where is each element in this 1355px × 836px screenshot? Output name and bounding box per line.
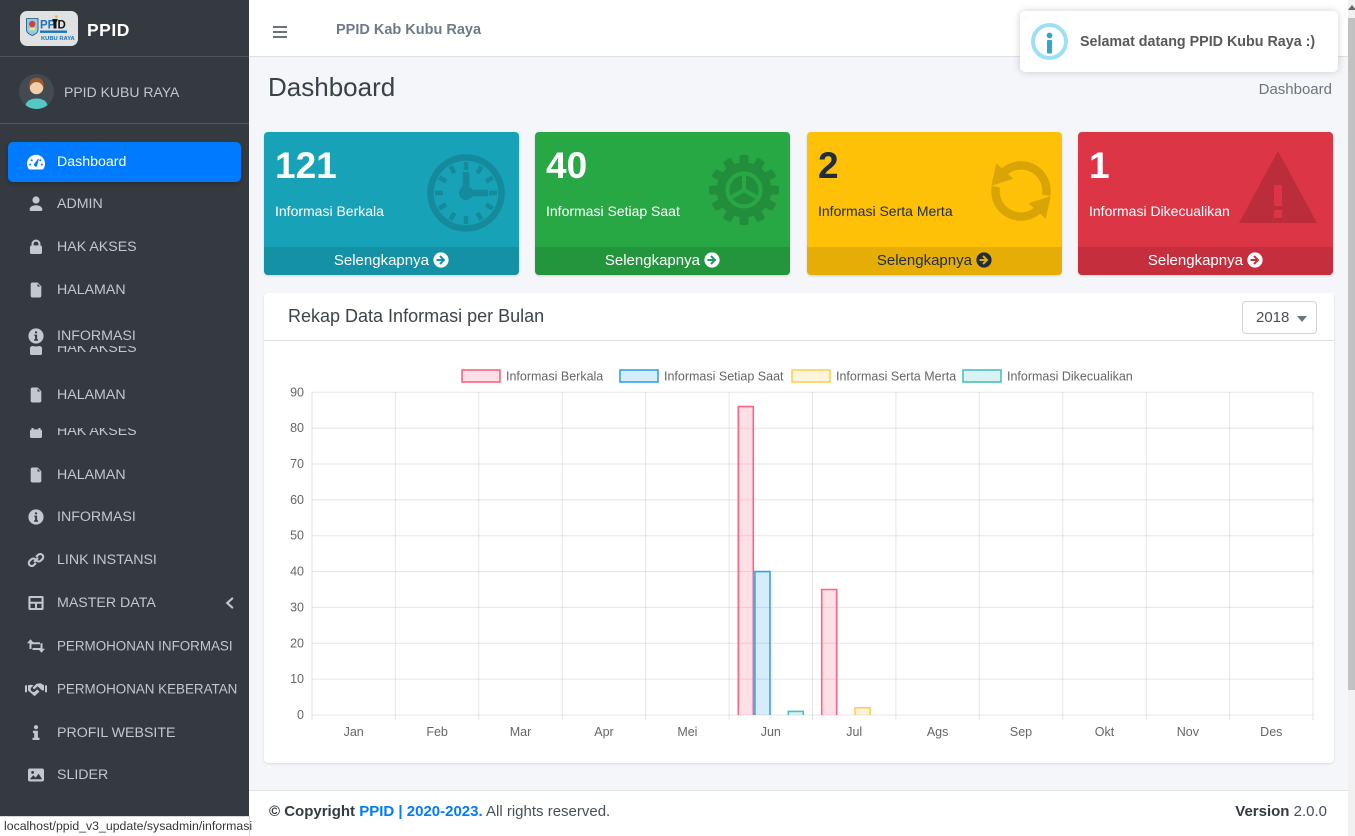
svg-text:Des: Des: [1260, 725, 1282, 739]
svg-text:30: 30: [290, 600, 304, 614]
svg-text:50: 50: [290, 529, 304, 543]
svg-text:D: D: [58, 20, 66, 32]
svg-text:Nov: Nov: [1177, 725, 1200, 739]
svg-text:0: 0: [297, 708, 304, 722]
svg-text:Jul: Jul: [846, 725, 862, 739]
svg-text:70: 70: [290, 457, 304, 471]
svg-text:20: 20: [290, 636, 304, 650]
svg-text:Feb: Feb: [426, 725, 448, 739]
svg-text:60: 60: [290, 493, 304, 507]
svg-text:Ags: Ags: [927, 725, 949, 739]
svg-text:Informasi Berkala: Informasi Berkala: [506, 370, 603, 384]
svg-text:Jun: Jun: [761, 725, 781, 739]
svg-text:Apr: Apr: [594, 725, 613, 739]
svg-text:90: 90: [290, 385, 304, 399]
svg-text:Sep: Sep: [1010, 725, 1032, 739]
svg-text:40: 40: [290, 565, 304, 579]
svg-text:Jan: Jan: [344, 725, 364, 739]
svg-text:Informasi Serta Merta: Informasi Serta Merta: [836, 370, 956, 384]
svg-text:KUBU RAYA: KUBU RAYA: [41, 36, 76, 42]
svg-text:Mei: Mei: [677, 725, 697, 739]
svg-text:Mar: Mar: [510, 725, 532, 739]
svg-text:80: 80: [290, 421, 304, 435]
svg-text:Informasi Dikecualikan: Informasi Dikecualikan: [1007, 370, 1133, 384]
svg-text:Informasi Setiap Saat: Informasi Setiap Saat: [664, 370, 784, 384]
svg-text:Okt: Okt: [1095, 725, 1115, 739]
svg-text:10: 10: [290, 672, 304, 686]
